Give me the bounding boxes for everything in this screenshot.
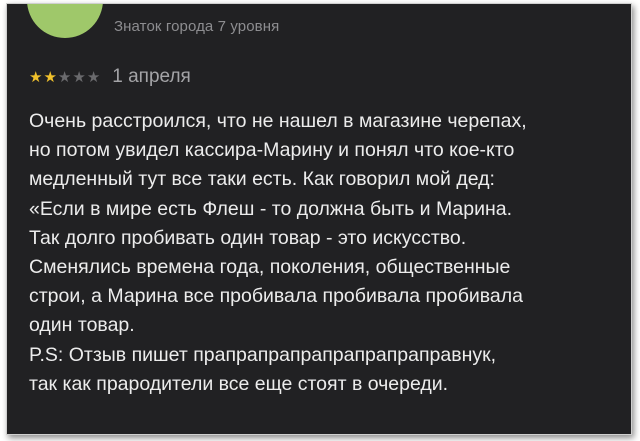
review-line: но потом увидел кассира-Марину и понял ч… [29, 139, 515, 162]
author-level: Знаток города 7 уровня [114, 18, 280, 35]
star-icon: ★ [72, 68, 86, 86]
review-line: один товар. [29, 314, 135, 337]
user-avatar-icon[interactable] [27, 3, 103, 38]
star-icon: ★ [57, 68, 72, 86]
star-icon: ★ [43, 68, 57, 86]
review-line: медленный тут все таки есть. Как говорил… [29, 168, 495, 191]
star-rating: ★ ★ ★ ★ ★ [29, 70, 100, 85]
review-line: строи, а Марина все пробивала пробивала … [29, 285, 523, 308]
review-line: Очень расстроился, что не нашел в магази… [29, 110, 527, 132]
review-date: 1 апреля [112, 66, 191, 87]
review-line: так как прародители все еще стоят в очер… [29, 372, 449, 395]
rating-row: ★ ★ ★ ★ ★ 1 апреля [29, 66, 191, 88]
review-card: Знаток города 7 уровня ★ ★ ★ ★ ★ 1 апрел… [6, 3, 632, 435]
star-icon: ★ [29, 68, 43, 86]
star-icon: ★ [86, 68, 101, 86]
review-line: Сменялись времена года, поколения, общес… [29, 256, 511, 279]
review-text: Очень расстроился, что не нашел в магази… [29, 107, 629, 399]
review-line: P.S: Отзыв пишет прапрапрапрапрапрапрапр… [29, 343, 497, 366]
avatar-silhouette [58, 3, 72, 4]
review-line: Так долго пробивать один товар - это иск… [29, 226, 467, 249]
review-line: «Если в мире есть Флеш - то должна быть … [29, 197, 513, 220]
